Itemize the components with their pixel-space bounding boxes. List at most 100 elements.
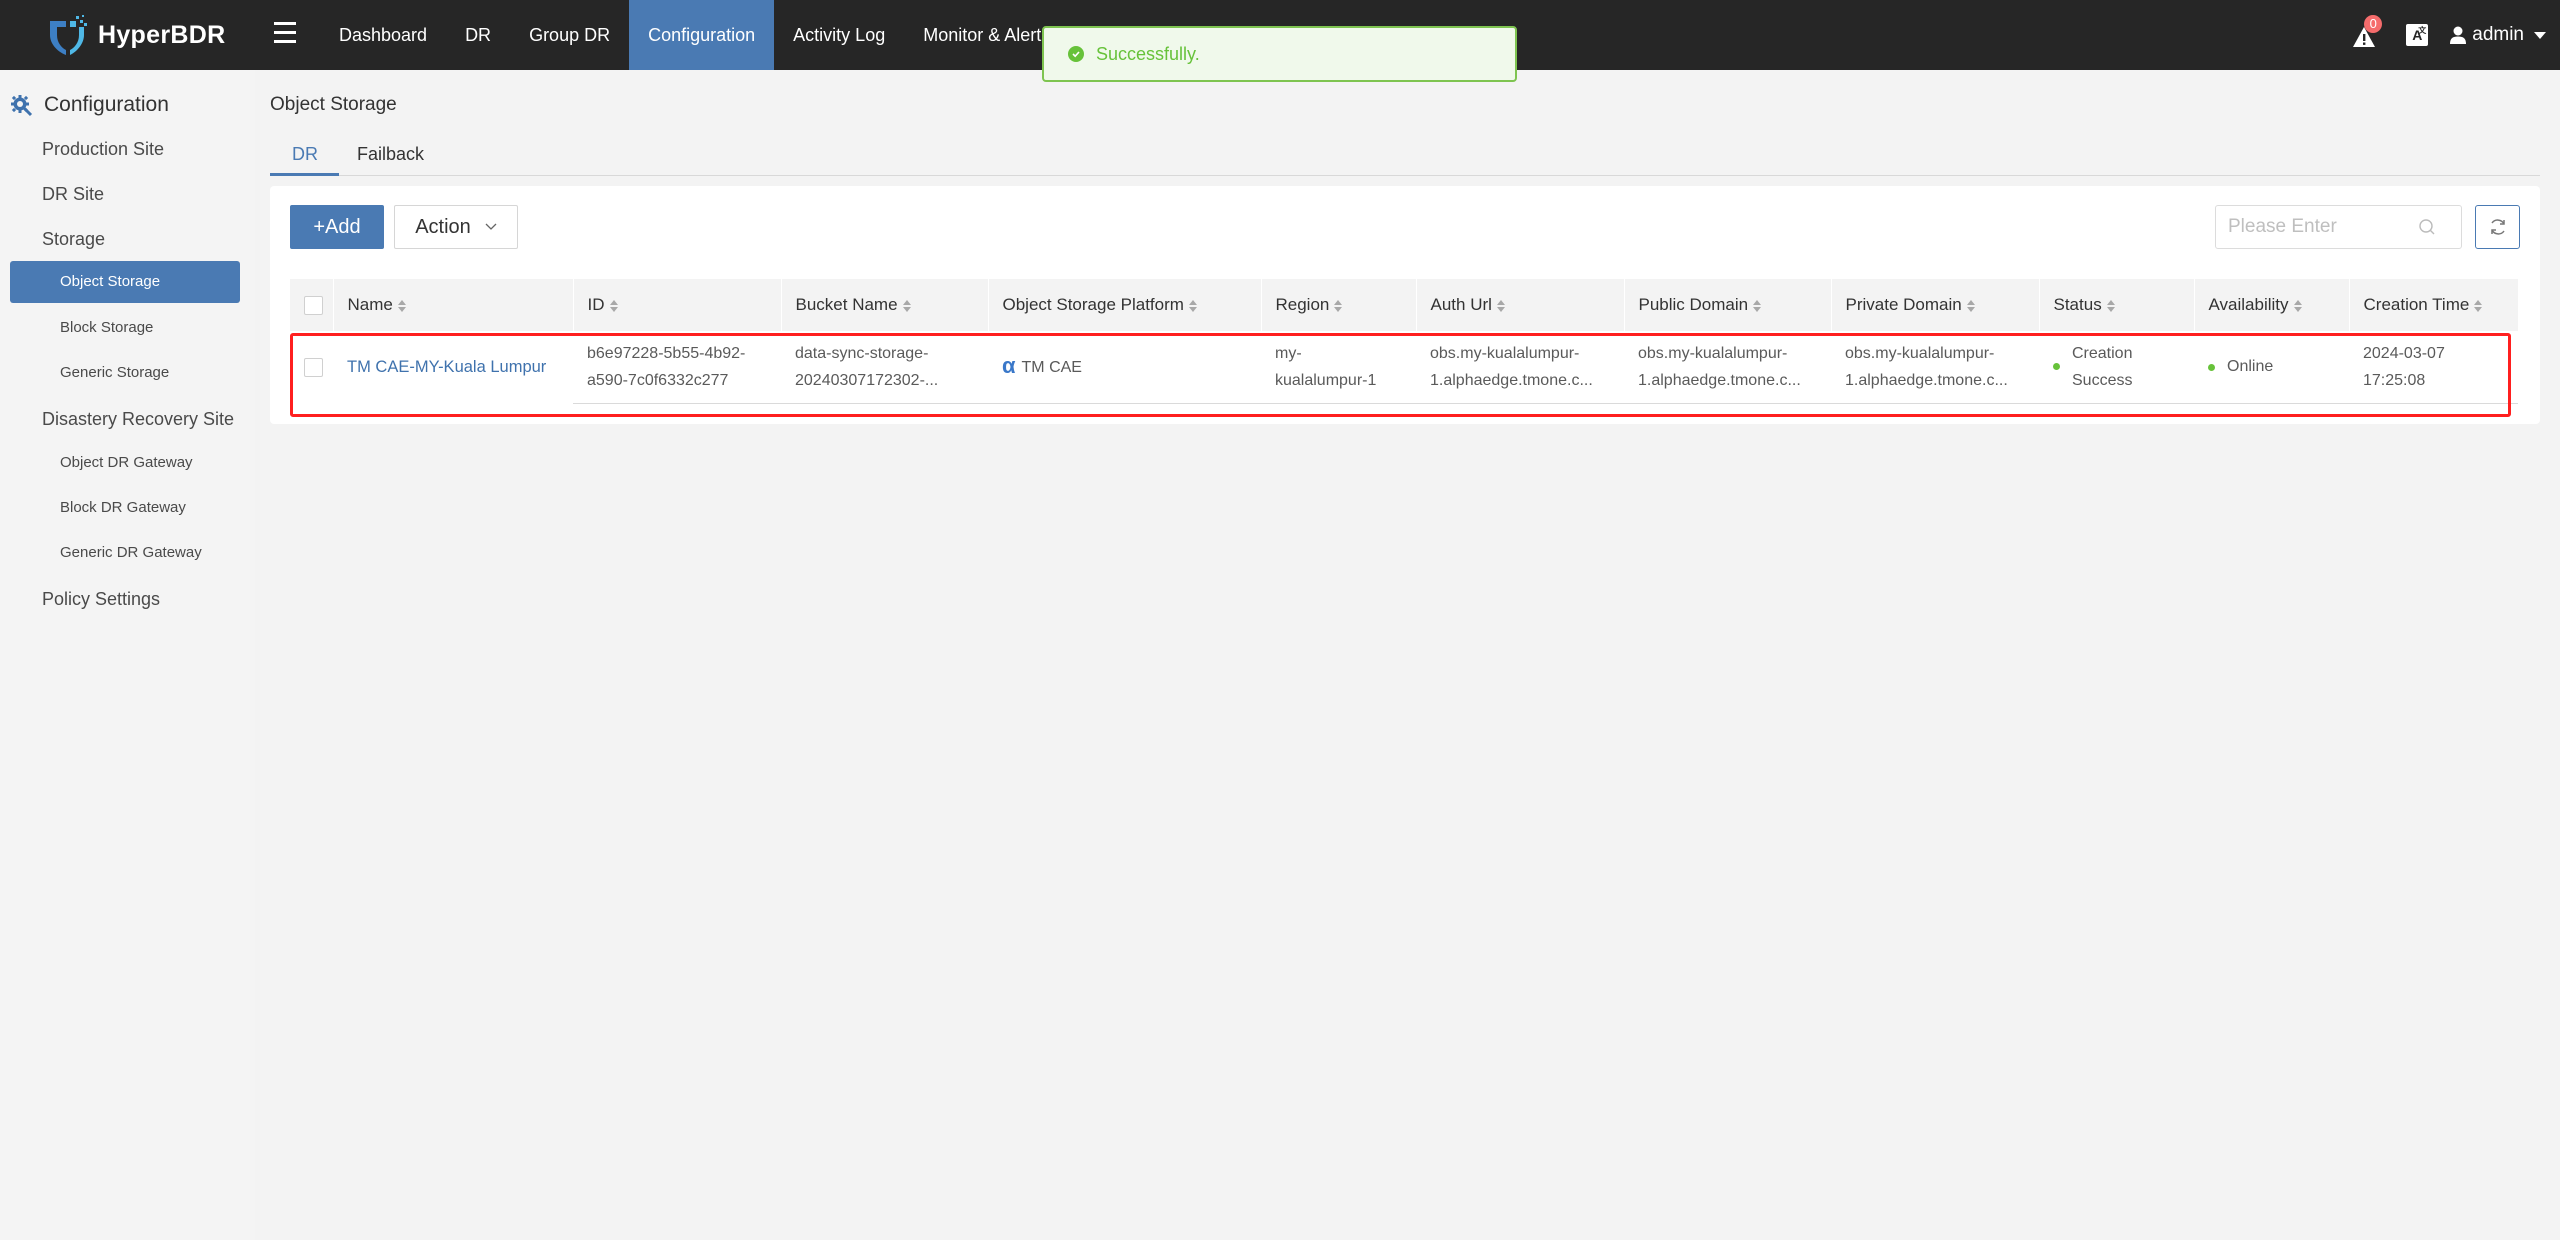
app-logo[interactable]: HyperBDR xyxy=(46,14,225,56)
col-creation-time-label: Creation Time xyxy=(2363,295,2470,314)
tab-dr[interactable]: DR xyxy=(270,138,339,176)
col-platform-label: Object Storage Platform xyxy=(1002,295,1184,314)
col-auth-url-label: Auth Url xyxy=(1430,295,1492,314)
col-creation-time[interactable]: Creation Time xyxy=(2349,279,2519,331)
search-box xyxy=(2215,205,2462,249)
menu-toggle-icon[interactable] xyxy=(274,22,296,46)
private-domain-line1: obs.my-kualalumpur- xyxy=(1845,344,1995,362)
cell-platform: α TM CAE xyxy=(988,331,1261,404)
col-status[interactable]: Status xyxy=(2039,279,2195,331)
object-storage-card: +Add Action Name ID Bucket Name Object S… xyxy=(270,186,2540,424)
col-auth-url[interactable]: Auth Url xyxy=(1416,279,1625,331)
sort-icon[interactable] xyxy=(2106,299,2115,312)
alpha-edge-icon: α xyxy=(1002,353,1016,379)
sort-icon[interactable] xyxy=(1966,299,1975,312)
search-input[interactable] xyxy=(2228,216,2418,238)
sort-icon[interactable] xyxy=(609,299,618,312)
col-id[interactable]: ID xyxy=(573,279,782,331)
alerts-button[interactable]: 0 xyxy=(2352,15,2383,49)
cell-public-domain: obs.my-kualalumpur- 1.alphaedge.tmone.c..… xyxy=(1624,331,1831,404)
sidebar-item-storage[interactable]: Storage xyxy=(42,224,105,254)
sort-icon[interactable] xyxy=(2293,299,2302,312)
col-name[interactable]: Name xyxy=(333,279,574,331)
nav-group-dr[interactable]: Group DR xyxy=(510,0,629,70)
col-id-label: ID xyxy=(587,295,605,314)
sort-icon[interactable] xyxy=(902,299,911,312)
table-header-row: Name ID Bucket Name Object Storage Platf… xyxy=(290,279,2519,331)
sidebar-item-disastery-recovery-site[interactable]: Disastery Recovery Site xyxy=(42,404,234,434)
sidebar-item-production-site[interactable]: Production Site xyxy=(42,134,164,164)
language-icon[interactable]: A 文 xyxy=(2406,24,2429,46)
public-domain-line1: obs.my-kualalumpur- xyxy=(1638,344,1788,362)
sort-icon[interactable] xyxy=(1753,299,1762,312)
cell-availability: Online xyxy=(2194,331,2349,404)
sort-icon[interactable] xyxy=(397,299,406,312)
select-all-cell xyxy=(290,279,334,331)
search-icon[interactable] xyxy=(2418,218,2436,236)
select-all-checkbox[interactable] xyxy=(304,296,323,315)
table-row[interactable]: TM CAE-MY-Kuala Lumpur b6e97228-5b55-4b9… xyxy=(290,331,2518,404)
platform-name: TM CAE xyxy=(1021,359,1082,377)
col-status-label: Status xyxy=(2053,295,2102,314)
header-actions: 0 A 文 admin xyxy=(2352,0,2546,70)
sidebar-item-generic-storage[interactable]: Generic Storage xyxy=(10,352,240,394)
sidebar-item-object-dr-gateway[interactable]: Object DR Gateway xyxy=(10,442,240,484)
availability-text: Online xyxy=(2227,358,2274,376)
availability-dot-icon xyxy=(2208,363,2215,371)
success-toast: Successfully. xyxy=(1042,26,1517,82)
public-domain-line2: 1.alphaedge.tmone.c... xyxy=(1638,371,1801,389)
status-line2: Success xyxy=(2072,371,2133,389)
nav-monitor-alert[interactable]: Monitor & Alert xyxy=(904,0,1060,70)
refresh-button[interactable] xyxy=(2475,205,2520,249)
nav-activity-log[interactable]: Activity Log xyxy=(774,0,904,70)
sidebar-item-block-storage[interactable]: Block Storage xyxy=(10,307,240,349)
sort-icon[interactable] xyxy=(1188,299,1197,312)
cell-bucket-name: data-sync-storage- 20240307172302-... xyxy=(781,331,988,404)
sidebar-item-policy-settings[interactable]: Policy Settings xyxy=(42,584,160,614)
sidebar-item-generic-dr-gateway[interactable]: Generic DR Gateway xyxy=(10,532,240,574)
auth-url-line1: obs.my-kualalumpur- xyxy=(1430,344,1580,362)
nav-configuration[interactable]: Configuration xyxy=(629,0,775,70)
sort-icon[interactable] xyxy=(1496,299,1505,312)
action-dropdown[interactable]: Action xyxy=(394,205,518,249)
col-bucket-name[interactable]: Bucket Name xyxy=(781,279,989,331)
created-date: 2024-03-07 xyxy=(2363,344,2445,362)
sidebar-item-dr-site[interactable]: DR Site xyxy=(42,179,104,209)
cell-private-domain: obs.my-kualalumpur- 1.alphaedge.tmone.c..… xyxy=(1831,331,2039,404)
sidebar-item-object-storage[interactable]: Object Storage xyxy=(10,261,240,303)
app-name: HyperBDR xyxy=(98,20,226,49)
toast-message: Successfully. xyxy=(1096,43,1200,64)
sort-icon[interactable] xyxy=(2474,299,2483,312)
col-availability[interactable]: Availability xyxy=(2194,279,2350,331)
cell-creation-time: 2024-03-07 17:25:08 xyxy=(2349,331,2518,404)
sidebar-item-block-dr-gateway[interactable]: Block DR Gateway xyxy=(10,487,240,529)
id-line1: b6e97228-5b55-4b92- xyxy=(587,344,746,362)
shield-logo-icon xyxy=(50,15,87,55)
row-checkbox[interactable] xyxy=(304,357,323,377)
col-public-domain[interactable]: Public Domain xyxy=(1624,279,1832,331)
col-region-label: Region xyxy=(1275,295,1330,314)
page-title: Object Storage xyxy=(270,94,397,115)
col-private-domain[interactable]: Private Domain xyxy=(1831,279,2040,331)
refresh-icon xyxy=(2490,219,2505,235)
col-platform[interactable]: Object Storage Platform xyxy=(988,279,1262,331)
cell-name: TM CAE-MY-Kuala Lumpur xyxy=(333,331,573,403)
cell-status: Creation Success xyxy=(2039,331,2194,404)
alert-count-badge: 0 xyxy=(2364,15,2383,33)
cell-id: b6e97228-5b55-4b92- a590-7c0f6332c277 xyxy=(573,331,781,404)
tab-failback[interactable]: Failback xyxy=(339,138,444,176)
col-public-domain-label: Public Domain xyxy=(1638,295,1749,314)
user-menu[interactable]: admin xyxy=(2450,24,2546,46)
sort-icon[interactable] xyxy=(1334,299,1343,312)
bucket-line1: data-sync-storage- xyxy=(795,344,929,362)
col-region[interactable]: Region xyxy=(1261,279,1417,331)
nav-dr[interactable]: DR xyxy=(446,0,510,70)
user-icon xyxy=(2450,26,2467,44)
auth-url-line2: 1.alphaedge.tmone.c... xyxy=(1430,371,1593,389)
add-button[interactable]: +Add xyxy=(290,205,384,249)
status-dot-icon xyxy=(2053,363,2060,371)
nav-dashboard[interactable]: Dashboard xyxy=(320,0,446,70)
col-name-label: Name xyxy=(347,295,393,314)
chevron-down-icon xyxy=(485,223,497,230)
storage-name-link[interactable]: TM CAE-MY-Kuala Lumpur xyxy=(347,358,546,376)
